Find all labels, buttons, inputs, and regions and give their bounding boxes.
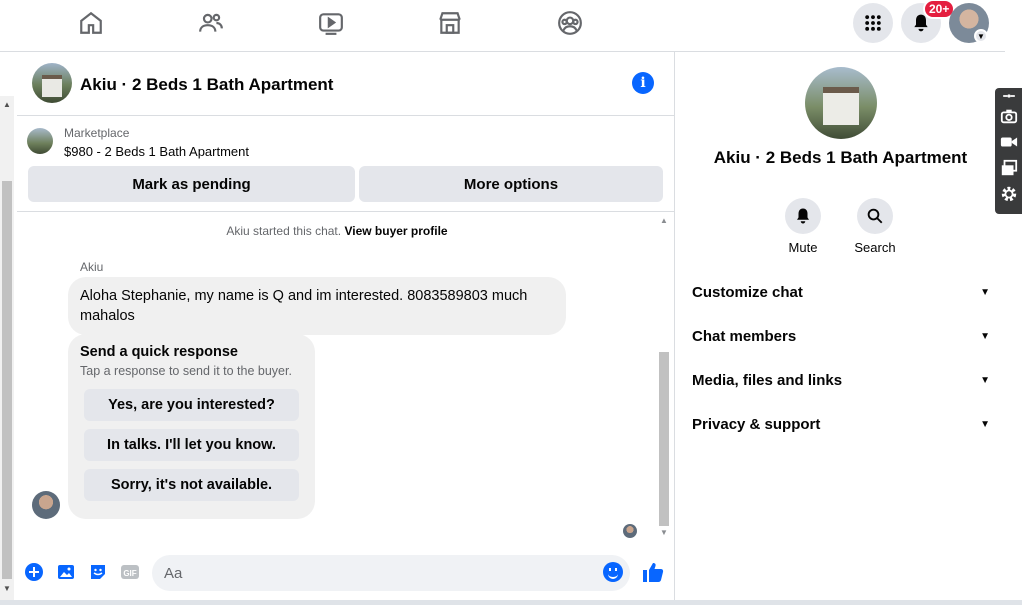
message-sender-name: Akiu (80, 260, 104, 274)
marketplace-label: Marketplace (64, 126, 130, 140)
scroll-up-arrow-icon[interactable]: ▲ (3, 100, 11, 109)
chat-started-text: Akiu started this chat. (226, 224, 342, 238)
message-input[interactable] (152, 555, 630, 591)
window-bottom-edge (0, 600, 1022, 605)
page-scrollbar-thumb[interactable] (2, 181, 12, 579)
like-icon[interactable] (641, 560, 665, 584)
add-icon[interactable] (24, 562, 44, 582)
chevron-down-icon: ▼ (980, 286, 990, 298)
quick-reply-button[interactable]: Sorry, it's not available. (84, 469, 299, 501)
more-options-button[interactable]: More options (359, 166, 663, 202)
sticker-icon[interactable] (88, 562, 108, 582)
section-label: Customize chat (692, 283, 803, 301)
info-avatar[interactable] (805, 67, 877, 139)
info-icon[interactable]: i (632, 72, 654, 94)
chevron-down-icon: ▼ (980, 330, 990, 342)
photo-icon[interactable] (56, 562, 76, 582)
scroll-down-arrow-icon[interactable]: ▼ (3, 584, 11, 593)
chat-scroll-up-icon[interactable]: ▲ (660, 216, 668, 225)
chat-scrollbar-thumb[interactable] (659, 352, 669, 526)
mark-as-pending-button[interactable]: Mark as pending (28, 166, 355, 202)
chat-title[interactable]: Akiu · 2 Beds 1 Bath Apartment (80, 75, 333, 95)
message-composer: GIF (17, 552, 675, 594)
link-icon[interactable] (999, 90, 1019, 102)
sender-avatar[interactable] (32, 491, 60, 519)
quick-reply-button[interactable]: Yes, are you interested? (84, 389, 299, 421)
view-buyer-profile-link[interactable]: View buyer profile (344, 224, 447, 238)
quick-reply-button[interactable]: In talks. I'll let you know. (84, 429, 299, 461)
bell-icon (797, 208, 809, 224)
customize-chat-section[interactable]: Customize chat ▼ (692, 274, 990, 310)
chat-info-panel: Akiu · 2 Beds 1 Bath Apartment Mute Sear… (676, 52, 1005, 605)
chat-scroll-down-icon[interactable]: ▼ (660, 528, 668, 537)
quick-response-subtitle: Tap a response to send it to the buyer. (80, 364, 292, 378)
chevron-down-icon: ▼ (980, 418, 990, 430)
groups-icon[interactable] (550, 8, 590, 38)
message-bubble[interactable]: Aloha Stephanie, my name is Q and im int… (68, 277, 566, 335)
chevron-down-icon: ▼ (980, 374, 990, 386)
home-icon[interactable] (71, 8, 111, 38)
search-label: Search (854, 240, 896, 255)
privacy-support-section[interactable]: Privacy & support ▼ (692, 406, 990, 442)
section-label: Privacy & support (692, 415, 821, 433)
quick-response-card: Send a quick response Tap a response to … (68, 334, 315, 519)
mute-button[interactable]: Mute (771, 198, 835, 255)
quick-response-title: Send a quick response (80, 344, 238, 360)
friends-icon[interactable] (191, 8, 231, 38)
chat-members-section[interactable]: Chat members ▼ (692, 318, 990, 354)
chat-scrollbar[interactable]: ▲ ▼ (657, 214, 671, 542)
chat-panel: Akiu · 2 Beds 1 Bath Apartment i Marketp… (17, 52, 675, 605)
svg-text:GIF: GIF (123, 569, 136, 578)
section-label: Chat members (692, 327, 797, 345)
listing-description[interactable]: $980 - 2 Beds 1 Bath Apartment (64, 144, 249, 159)
info-name: Akiu · 2 Beds 1 Bath Apartment (713, 148, 968, 167)
mute-label: Mute (788, 240, 818, 255)
page-scrollbar[interactable]: ▲ ▼ (0, 96, 14, 605)
gif-icon[interactable]: GIF (120, 562, 140, 582)
top-navigation: 20+ ▼ (0, 0, 1005, 52)
seen-indicator-avatar (623, 524, 637, 538)
chat-header: Akiu · 2 Beds 1 Bath Apartment i (17, 52, 675, 116)
listing-thumbnail[interactable] (27, 128, 53, 154)
chevron-down-icon[interactable]: ▼ (974, 29, 988, 43)
chat-avatar[interactable] (32, 63, 72, 103)
watch-icon[interactable] (311, 8, 351, 38)
marketplace-icon[interactable] (430, 8, 470, 38)
emoji-icon[interactable] (603, 562, 623, 582)
camera-icon[interactable] (999, 106, 1019, 126)
chat-started-notice: Akiu started this chat. View buyer profi… (17, 224, 657, 238)
extension-dock (995, 88, 1022, 214)
media-files-links-section[interactable]: Media, files and links ▼ (692, 362, 990, 398)
grid-menu-icon[interactable] (853, 3, 893, 43)
windows-icon[interactable] (999, 158, 1019, 178)
gear-icon[interactable] (999, 184, 1019, 204)
search-icon (867, 208, 883, 224)
section-label: Media, files and links (692, 371, 843, 389)
notifications-button[interactable]: 20+ (901, 0, 956, 43)
search-button[interactable]: Search (843, 198, 907, 255)
video-icon[interactable] (999, 132, 1019, 152)
